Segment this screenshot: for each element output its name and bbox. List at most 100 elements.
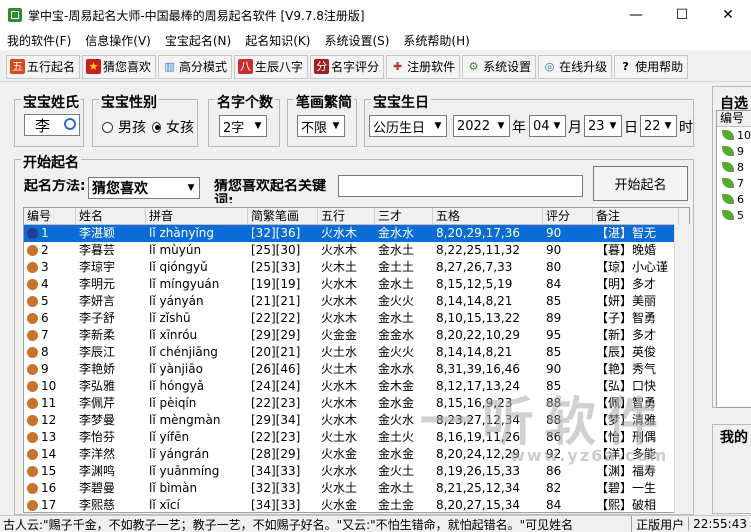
table-row[interactable]: 6 李子舒 lǐ zǐshū [22][22] 火水木 金水土 8,10,15,13,22 8… bbox=[24, 310, 689, 327]
col-header-id[interactable]: 编号 bbox=[24, 208, 76, 224]
keyword-input[interactable] bbox=[338, 175, 583, 197]
menu-info-ops[interactable]: 信息操作(V) bbox=[78, 32, 158, 49]
toolbar-help-button[interactable]: ? 使用帮助 bbox=[614, 54, 689, 79]
cell-pinyin: lǐ mùyún bbox=[149, 243, 202, 257]
toolbar-upgrade-button[interactable]: ◎ 在线升级 bbox=[538, 54, 613, 79]
hour-select[interactable]: 22 ▼ bbox=[640, 115, 677, 137]
method-select[interactable]: 猜您喜欢 ▼ bbox=[88, 177, 200, 199]
col-header-score[interactable]: 评分 bbox=[543, 208, 593, 224]
cell-name: 李新柔 bbox=[79, 328, 116, 342]
cell-pinyin: lǐ yànjiāo bbox=[149, 362, 203, 376]
cell-score: 84 bbox=[546, 498, 562, 512]
calendar-type-value: 公历生日 bbox=[373, 120, 426, 136]
table-row[interactable]: 8 李辰江 lǐ chénjiāng [20][21] 火土水 金火火 8,14,14,8,… bbox=[24, 344, 689, 361]
menu-naming-knowledge[interactable]: 起名知识(K) bbox=[238, 32, 317, 49]
table-row[interactable]: 5 李妍言 lǐ yányán [21][21] 火水木 金火火 8,14,14,8,21 8… bbox=[24, 293, 689, 310]
col-header-wuge[interactable]: 五格 bbox=[433, 208, 543, 224]
surname-input[interactable]: 李 bbox=[24, 114, 80, 136]
favorites-item[interactable]: 9 bbox=[717, 143, 751, 159]
baby-icon bbox=[27, 330, 38, 341]
table-row[interactable]: 2 李暮芸 lǐ mùyún [25][30] 火水木 金水土 8,22,25,11,32 9… bbox=[24, 242, 689, 259]
toolbar-bazi-button[interactable]: 八 生辰八字 bbox=[234, 54, 309, 79]
table-row[interactable]: 17 李熙慈 lǐ xīcí [34][33] 火水金 金土金 8,20,27,15,34 8… bbox=[24, 497, 689, 512]
cell-pinyin: lǐ yángrán bbox=[149, 447, 210, 461]
favorites-item[interactable]: 5 bbox=[717, 207, 751, 223]
year-select[interactable]: 2022 ▼ bbox=[453, 115, 510, 137]
cell-wuxing: 火水木 bbox=[321, 379, 358, 393]
col-header-name[interactable]: 姓名 bbox=[76, 208, 146, 224]
day-unit: 日 bbox=[624, 120, 638, 136]
favorites-item[interactable]: 10 bbox=[717, 127, 751, 143]
toolbar-highscore-button[interactable]: ▥ 高分模式 bbox=[158, 54, 233, 79]
gender-female-radio[interactable]: 女孩 bbox=[152, 117, 194, 137]
col-header-strokes[interactable]: 简繁笔画 bbox=[248, 208, 318, 224]
table-row[interactable]: 1 李湛颖 lǐ zhànyǐng [32][36] 火水木 金水水 8,20,29,17,… bbox=[24, 225, 689, 242]
table-row[interactable]: 16 李碧曼 lǐ bìmàn [32][33] 火水土 金水土 8,21,25,12,34… bbox=[24, 480, 689, 497]
table-row[interactable]: 4 李明元 lǐ míngyuán [19][19] 火水木 金水土 8,15,12,5,1… bbox=[24, 276, 689, 293]
cell-wuge: 8,21,25,12,34 bbox=[436, 481, 520, 495]
favorites-item[interactable]: 8 bbox=[717, 159, 751, 175]
cell-id: 6 bbox=[24, 310, 76, 327]
toolbar-settings-button[interactable]: ⚙ 系统设置 bbox=[462, 54, 537, 79]
day-select[interactable]: 23 ▼ bbox=[584, 115, 622, 137]
cell-wuge: 8,19,26,15,33 bbox=[436, 464, 520, 478]
menu-system-settings[interactable]: 系统设置(S) bbox=[317, 32, 396, 49]
toolbar-score-button[interactable]: 分 名字评分 bbox=[310, 54, 385, 79]
toolbar-wuxing-button[interactable]: 五 五行起名 bbox=[6, 54, 81, 79]
cell-wuxing: 火水木 bbox=[321, 413, 358, 427]
favorites-col-header[interactable]: 编号 bbox=[717, 111, 751, 127]
leaf-icon bbox=[722, 178, 734, 188]
month-select[interactable]: 04 ▼ bbox=[529, 115, 566, 137]
cell-name: 李熙慈 bbox=[79, 498, 116, 512]
cell-sancai: 金火火 bbox=[378, 345, 415, 359]
cell-pinyin: lǐ zǐshū bbox=[149, 311, 191, 325]
minimize-button[interactable]: — bbox=[613, 0, 659, 30]
cell-name: 李梦曼 bbox=[79, 413, 116, 427]
surname-group-title: 宝宝姓氏 bbox=[21, 92, 81, 112]
cell-wuxing: 火水木 bbox=[321, 294, 358, 308]
table-row[interactable]: 9 李艳娇 lǐ yànjiāo [26][46] 火土木 金水水 8,31,39,16,4… bbox=[24, 361, 689, 378]
close-button[interactable]: ✕ bbox=[705, 0, 751, 30]
cell-note: 【熙】破相 bbox=[596, 498, 657, 512]
cell-strokes: [25][30] bbox=[251, 243, 301, 257]
name-count-select[interactable]: 2字 ▼ bbox=[219, 115, 267, 137]
cell-strokes: [29][29] bbox=[251, 328, 301, 342]
col-header-wuxing[interactable]: 五行 bbox=[318, 208, 375, 224]
cell-id-text: 10 bbox=[41, 379, 57, 393]
menu-my-software[interactable]: 我的软件(F) bbox=[0, 32, 78, 49]
cell-sancai: 金水土 bbox=[378, 277, 415, 291]
col-header-sancai[interactable]: 三才 bbox=[375, 208, 433, 224]
cell-id: 11 bbox=[24, 395, 76, 412]
cell-wuxing: 火土水 bbox=[321, 345, 358, 359]
window-title: 掌中宝-周易起名大师-中国最棒的周易起名软件 [V9.7.8注册版] bbox=[28, 8, 365, 23]
cell-strokes: [28][29] bbox=[251, 447, 301, 461]
toolbar-guess-button[interactable]: ★ 猜您喜欢 bbox=[82, 54, 157, 79]
calendar-type-select[interactable]: 公历生日 ▼ bbox=[369, 115, 447, 137]
table-scrollbar[interactable] bbox=[674, 224, 690, 513]
menu-baby-naming[interactable]: 宝宝起名(N) bbox=[158, 32, 238, 49]
favorites-item[interactable]: 7 bbox=[717, 175, 751, 191]
cell-name: 李渊鸣 bbox=[79, 464, 116, 478]
search-icon[interactable] bbox=[64, 118, 76, 130]
toolbar-label: 猜您喜欢 bbox=[103, 60, 152, 74]
table-row[interactable]: 7 李新柔 lǐ xīnróu [29][29] 火金金 金金水 8,20,22,10,29… bbox=[24, 327, 689, 344]
radio-dot-selected bbox=[152, 121, 161, 133]
table-row[interactable]: 3 李琼宇 lǐ qióngyǔ [25][33] 火木土 金土土 8,27,26,7,33… bbox=[24, 259, 689, 276]
baby-icon bbox=[27, 245, 38, 256]
maximize-button[interactable]: ☐ bbox=[659, 0, 705, 30]
start-naming-button[interactable]: 开始起名 bbox=[593, 166, 688, 201]
favorites-item-label: 10 bbox=[737, 128, 751, 142]
col-header-note[interactable]: 备注 bbox=[593, 208, 679, 224]
favorites-item[interactable]: 6 bbox=[717, 191, 751, 207]
strokes-select[interactable]: 不限 ▼ bbox=[297, 115, 345, 137]
toolbar-register-button[interactable]: ✚ 注册软件 bbox=[386, 54, 461, 79]
keyword-label: 猜您喜欢起名关键词: bbox=[214, 179, 326, 203]
col-header-pinyin[interactable]: 拼音 bbox=[146, 208, 248, 224]
cell-strokes: [22][23] bbox=[251, 430, 301, 444]
table-row[interactable]: 15 李渊鸣 lǐ yuānmíng [34][33] 火水水 金火土 8,19,26,15… bbox=[24, 463, 689, 480]
calendar-icon: 八 bbox=[238, 59, 254, 74]
menu-system-help[interactable]: 系统帮助(H) bbox=[396, 32, 476, 49]
cell-id-text: 8 bbox=[41, 345, 49, 359]
gender-male-radio[interactable]: 男孩 bbox=[102, 117, 146, 137]
cell-score: 82 bbox=[546, 481, 562, 495]
